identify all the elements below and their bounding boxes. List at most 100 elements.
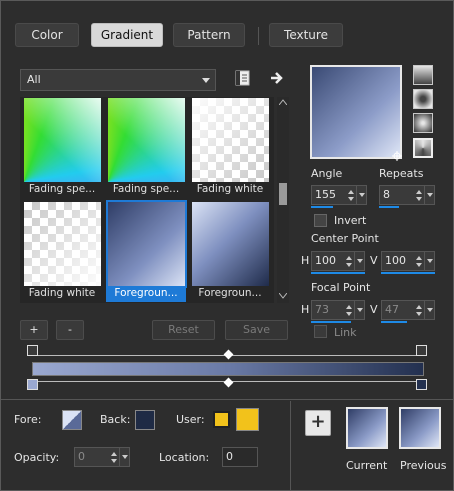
location-input[interactable]: 0 bbox=[222, 447, 258, 467]
angle-slider-fill[interactable] bbox=[311, 206, 333, 208]
gradient-list: Fading spe... Fading spe... Fading white… bbox=[20, 97, 274, 303]
invert-label: Invert bbox=[334, 214, 367, 227]
gradient-preview bbox=[24, 98, 101, 182]
section-divider-vertical bbox=[290, 401, 291, 490]
top-midpoint-marker[interactable] bbox=[223, 349, 234, 360]
repeats-value: 8 bbox=[383, 188, 390, 201]
focal-h-input[interactable]: 73 bbox=[311, 300, 365, 320]
material-properties-dialog: Color Gradient Pattern Texture All Fadin… bbox=[0, 0, 454, 491]
angle-label: Angle bbox=[311, 167, 343, 180]
add-gradient-button[interactable]: + bbox=[20, 320, 48, 340]
focal-v-input[interactable]: 47 bbox=[381, 300, 435, 320]
focal-h-label: H bbox=[301, 303, 310, 316]
focal-h-slider-fill[interactable] bbox=[311, 321, 351, 323]
tab-pattern[interactable]: Pattern bbox=[173, 23, 245, 47]
fore-swatch[interactable] bbox=[62, 410, 82, 430]
opacity-label: Opacity: bbox=[14, 451, 60, 464]
tab-texture[interactable]: Texture bbox=[269, 23, 343, 47]
gradient-preview bbox=[108, 98, 185, 182]
center-h-slider-fill[interactable] bbox=[311, 272, 365, 274]
angle-value: 155 bbox=[315, 188, 336, 201]
link-checkbox[interactable] bbox=[314, 325, 327, 338]
opacity-value: 0 bbox=[78, 450, 85, 463]
center-v-label: V bbox=[370, 254, 378, 267]
gradient-preview bbox=[192, 98, 269, 182]
tab-gradient[interactable]: Gradient bbox=[91, 23, 163, 47]
gradient-item[interactable]: Fading spe... bbox=[22, 97, 102, 198]
crosshair-icon bbox=[392, 151, 402, 161]
user-label: User: bbox=[176, 413, 205, 426]
bottom-right-stop[interactable] bbox=[416, 379, 427, 390]
previous-swatch[interactable] bbox=[399, 407, 441, 449]
focal-v-label: V bbox=[370, 303, 378, 316]
top-left-stop[interactable] bbox=[27, 345, 38, 356]
back-swatch[interactable] bbox=[135, 410, 155, 430]
scroll-up-icon[interactable] bbox=[279, 99, 287, 105]
center-h-input[interactable]: 100 bbox=[311, 251, 365, 271]
repeats-input[interactable]: 8 bbox=[379, 185, 435, 205]
save-button[interactable]: Save bbox=[225, 320, 288, 340]
fore-label: Fore: bbox=[14, 413, 42, 426]
gradient-caption: Foregroun... bbox=[190, 287, 270, 302]
focal-v-slider-fill[interactable] bbox=[381, 321, 407, 323]
focal-h-value: 73 bbox=[315, 303, 329, 316]
gradient-preview bbox=[24, 202, 101, 286]
gradient-item[interactable]: Fading white bbox=[22, 201, 102, 302]
bottom-midpoint-marker[interactable] bbox=[223, 377, 234, 388]
gradient-preview bbox=[106, 200, 187, 288]
gradient-caption: Fading white bbox=[22, 287, 102, 302]
center-h-label: H bbox=[301, 254, 310, 267]
current-label: Current bbox=[346, 459, 388, 472]
section-divider bbox=[1, 399, 453, 400]
location-value: 0 bbox=[226, 450, 233, 463]
gradient-caption: Fading white bbox=[190, 183, 270, 198]
linear-gradient-type-button[interactable] bbox=[413, 65, 433, 85]
gradient-caption: Foregroun... bbox=[106, 287, 186, 302]
center-v-slider-fill[interactable] bbox=[381, 272, 435, 274]
link-label: Link bbox=[334, 326, 357, 339]
library-icon[interactable] bbox=[233, 69, 253, 87]
angle-input[interactable]: 155 bbox=[311, 185, 367, 205]
gradient-caption: Fading spe... bbox=[106, 183, 186, 198]
gradient-preview-large[interactable] bbox=[310, 65, 402, 161]
gradient-item-selected[interactable]: Foregroun... bbox=[106, 200, 187, 302]
rectangular-gradient-type-button[interactable] bbox=[413, 89, 433, 109]
focal-point-label: Focal Point bbox=[311, 281, 371, 294]
category-dropdown[interactable]: All bbox=[20, 69, 216, 91]
center-v-input[interactable]: 100 bbox=[381, 251, 435, 271]
chevron-down-icon bbox=[202, 78, 210, 83]
user-swatch[interactable] bbox=[236, 408, 259, 431]
reset-button[interactable]: Reset bbox=[152, 320, 215, 340]
sunburst-gradient-type-button[interactable] bbox=[413, 113, 433, 133]
category-value: All bbox=[27, 73, 41, 86]
top-right-stop[interactable] bbox=[416, 345, 427, 356]
repeats-slider-fill[interactable] bbox=[379, 206, 399, 208]
repeats-label: Repeats bbox=[379, 167, 424, 180]
gradient-item[interactable]: Fading white bbox=[190, 97, 270, 198]
tab-separator bbox=[258, 27, 259, 45]
user-swatch-small[interactable] bbox=[213, 411, 230, 428]
scroll-down-icon[interactable] bbox=[279, 293, 287, 299]
location-label: Location: bbox=[159, 451, 210, 464]
add-to-swatches-button[interactable]: + bbox=[305, 410, 331, 436]
center-point-label: Center Point bbox=[311, 232, 379, 245]
gradient-item[interactable]: Foregroun... bbox=[190, 201, 270, 302]
gradient-editor-bar[interactable] bbox=[32, 362, 424, 376]
gradient-preview bbox=[192, 202, 269, 286]
current-swatch[interactable] bbox=[346, 407, 388, 449]
opacity-input[interactable]: 0 bbox=[74, 447, 130, 467]
center-v-value: 100 bbox=[385, 254, 406, 267]
tab-color[interactable]: Color bbox=[15, 23, 79, 47]
scrollbar-thumb[interactable] bbox=[279, 183, 287, 205]
previous-label: Previous bbox=[400, 459, 447, 472]
center-h-value: 100 bbox=[315, 254, 336, 267]
arrow-right-icon[interactable] bbox=[267, 69, 287, 87]
remove-gradient-button[interactable]: - bbox=[56, 320, 84, 340]
gradient-item[interactable]: Fading spe... bbox=[106, 97, 186, 198]
invert-checkbox[interactable] bbox=[314, 214, 327, 227]
bottom-left-stop[interactable] bbox=[27, 379, 38, 390]
back-label: Back: bbox=[100, 413, 131, 426]
gradient-list-scrollbar[interactable] bbox=[277, 97, 289, 303]
radial-gradient-type-button[interactable] bbox=[413, 138, 433, 158]
gradient-caption: Fading spe... bbox=[22, 183, 102, 198]
